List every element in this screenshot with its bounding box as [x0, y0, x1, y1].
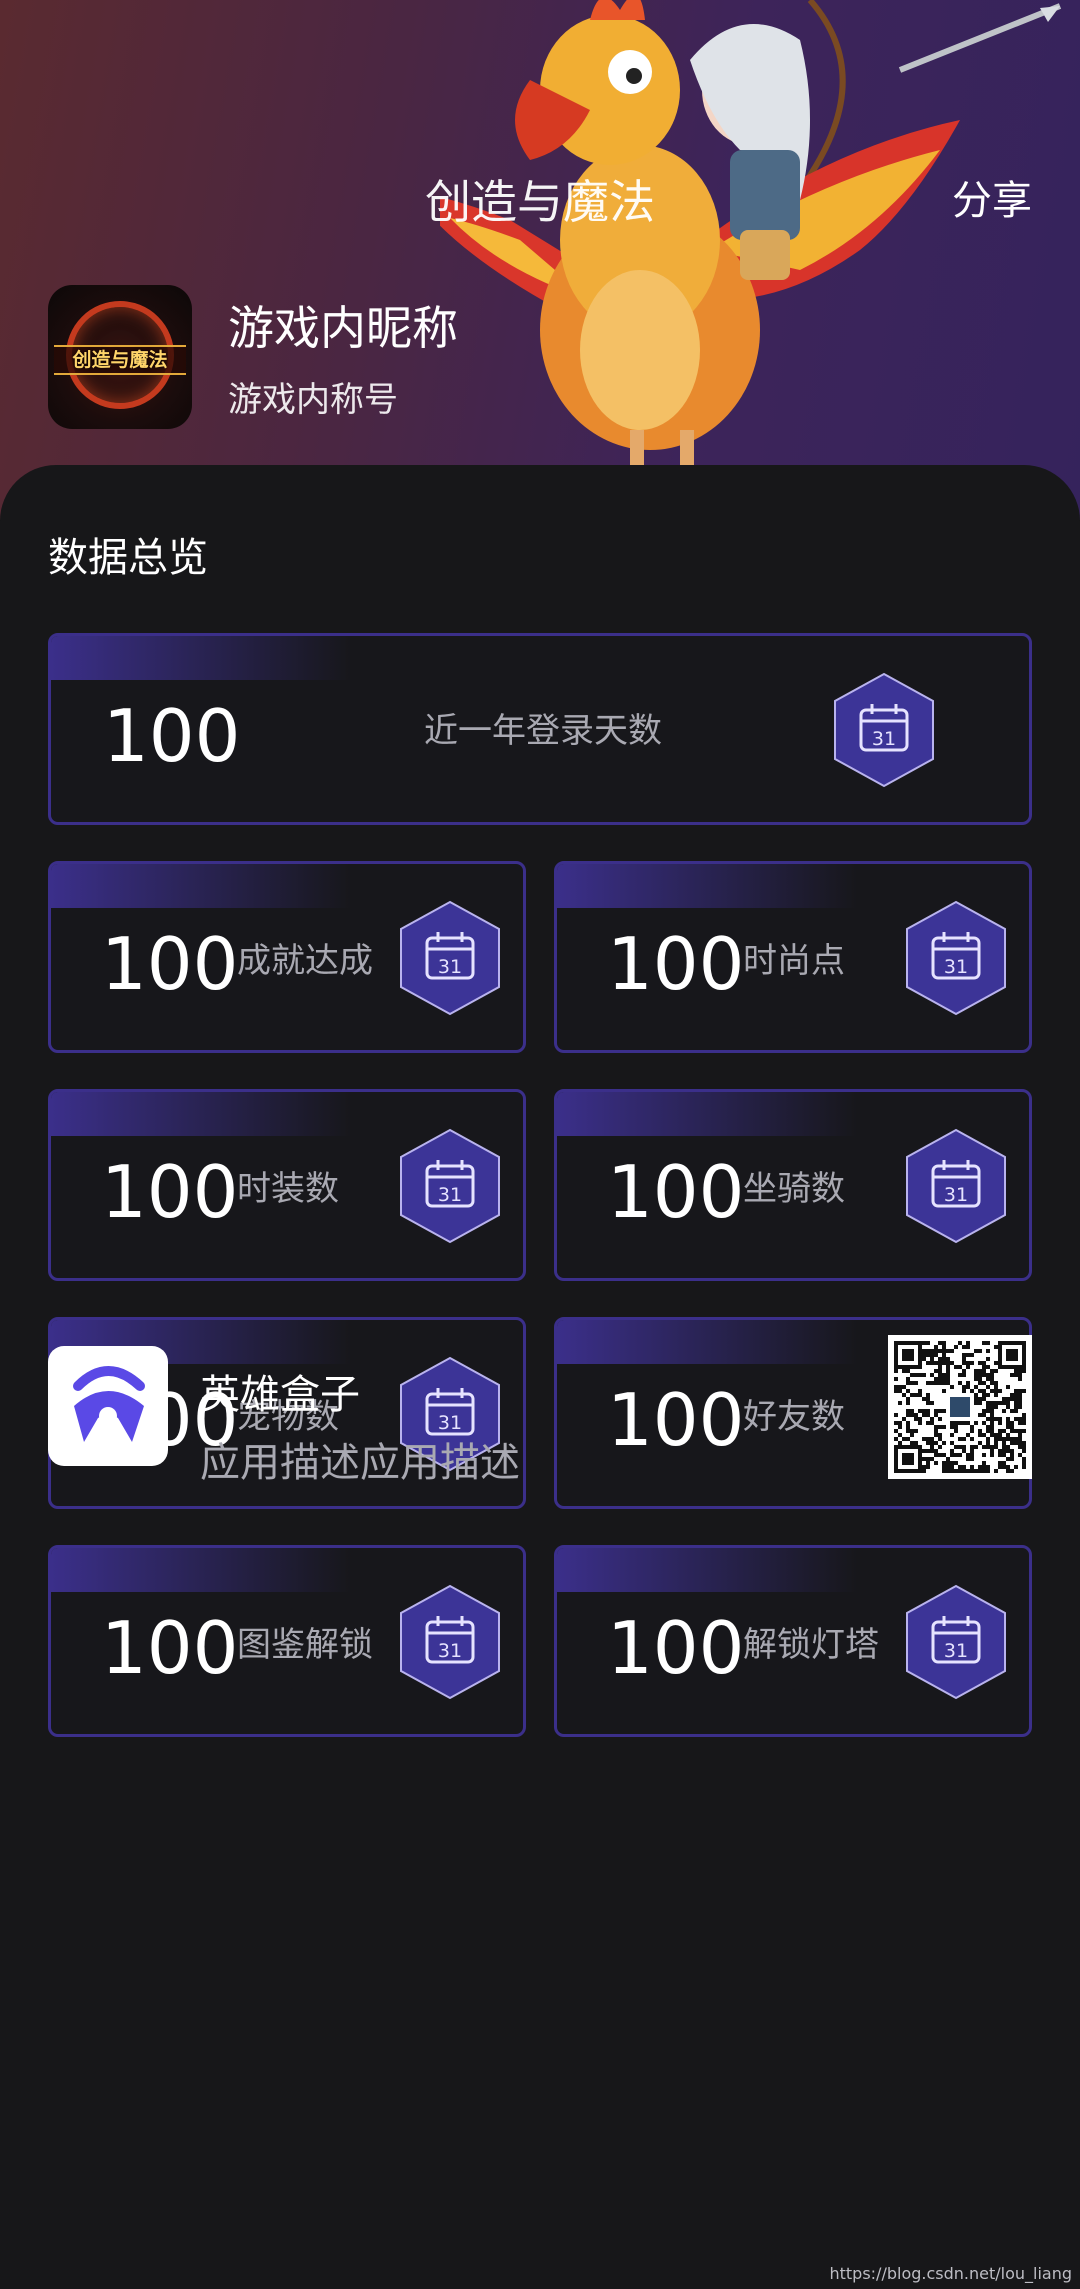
app-name: 英雄盒子: [200, 1372, 360, 1418]
svg-text:31: 31: [944, 1640, 968, 1662]
card-accent-strip: [51, 1548, 351, 1592]
card-accent-strip: [557, 1548, 857, 1592]
watermark: https://blog.csdn.net/lou_liang: [829, 2264, 1072, 2283]
card-accent-strip: [51, 864, 351, 908]
stat-label: 好友数: [743, 1397, 845, 1437]
stat-label: 成就达成: [237, 941, 373, 981]
stat-value: 100: [607, 1150, 745, 1234]
svg-text:31: 31: [438, 956, 462, 978]
stat-label: 图鉴解锁: [237, 1625, 373, 1665]
stat-card-login-days: 100 近一年登录天数 31: [48, 633, 1032, 825]
calendar-icon: 31: [906, 1128, 1006, 1244]
stat-value: 100: [607, 1606, 745, 1690]
calendar-icon: 31: [906, 900, 1006, 1016]
svg-text:31: 31: [438, 1184, 462, 1206]
svg-text:31: 31: [872, 728, 896, 750]
stat-card: 100 时装数 31: [48, 1089, 526, 1281]
stat-value: 100: [101, 922, 239, 1006]
helmet-icon: [73, 1366, 145, 1442]
stat-card: 100 解锁灯塔 31: [554, 1545, 1032, 1737]
player-title: 游戏内称号: [228, 380, 398, 420]
stat-card: 100 成就达成 31: [48, 861, 526, 1053]
app-description: 应用描述应用描述: [200, 1440, 520, 1486]
calendar-icon: 31: [400, 1128, 500, 1244]
player-nickname: 游戏内昵称: [228, 301, 458, 355]
section-title: 数据总览: [48, 535, 208, 581]
calendar-icon: 31: [906, 1584, 1006, 1700]
app-icon[interactable]: [48, 1346, 168, 1466]
header-banner: 创造与魔法 分享 创造与魔法 游戏内昵称 游戏内称号: [0, 0, 1080, 520]
qr-code: [888, 1335, 1032, 1479]
calendar-icon: 31: [400, 900, 500, 1016]
stat-value: 100: [607, 1378, 745, 1462]
game-icon-logo-text: 创造与魔法: [54, 345, 186, 375]
stat-value: 100: [101, 1606, 239, 1690]
card-accent-strip: [557, 864, 857, 908]
stat-label: 时装数: [237, 1169, 339, 1209]
game-icon: 创造与魔法: [48, 285, 192, 429]
stat-label: 时尚点: [743, 941, 845, 981]
stat-value: 100: [101, 1150, 239, 1234]
card-accent-strip: [51, 1092, 351, 1136]
stat-label: 坐骑数: [743, 1169, 845, 1209]
card-accent-strip: [557, 1092, 857, 1136]
stat-value: 100: [607, 922, 745, 1006]
stat-card: 100 时尚点 31: [554, 861, 1032, 1053]
card-accent-strip: [557, 1320, 857, 1364]
svg-text:31: 31: [944, 956, 968, 978]
stat-card: 100 坐骑数 31: [554, 1089, 1032, 1281]
game-title: 创造与魔法: [425, 175, 655, 229]
svg-text:31: 31: [438, 1640, 462, 1662]
share-button[interactable]: 分享: [952, 168, 1032, 226]
svg-text:31: 31: [944, 1184, 968, 1206]
game-character-illustration: [440, 0, 1062, 490]
stat-card: 100 图鉴解锁 31: [48, 1545, 526, 1737]
stat-label: 解锁灯塔: [743, 1625, 879, 1665]
calendar-icon: 31: [834, 672, 934, 788]
calendar-icon: 31: [400, 1584, 500, 1700]
card-accent-strip: [51, 636, 351, 680]
qr-code-pattern: [894, 1341, 1026, 1473]
